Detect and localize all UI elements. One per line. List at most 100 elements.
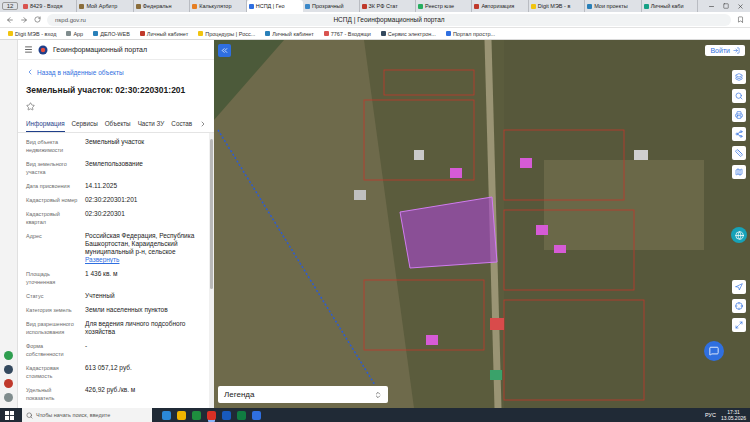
window-controls [698, 0, 750, 12]
field-label: Удельный показатель [26, 386, 80, 402]
browser-tab[interactable]: Личный каби [642, 0, 698, 12]
tab-count[interactable]: 12 [2, 2, 18, 10]
bookmark-item[interactable]: Личный кабинет [140, 31, 188, 37]
browser-tab-label: Мой Арбитр [86, 3, 117, 9]
favorite-button[interactable] [18, 95, 214, 111]
bookmark-item[interactable]: Digit МЭВ - вход [8, 31, 56, 37]
taskbar-app-icon[interactable] [192, 411, 201, 420]
start-button[interactable] [0, 408, 18, 422]
browser-tab[interactable]: НСПД | Гео [247, 0, 303, 12]
login-button[interactable]: Войти [705, 45, 745, 56]
maximize-icon[interactable] [723, 3, 729, 9]
favicon-icon [23, 4, 28, 9]
field-row: Категория земельЗемли населенных пунктов [26, 303, 205, 317]
star-icon [26, 102, 35, 111]
browser-tabs: 8429 - Входя Мой Арбитр ФедеральнКалькулят… [21, 0, 698, 12]
taskbar-app-icon[interactable] [177, 411, 186, 420]
browser-tab[interactable]: Калькулятор [190, 0, 246, 12]
favicon-icon [93, 31, 98, 36]
back-button[interactable] [6, 16, 14, 24]
bookmark-item[interactable]: Портал простр... [446, 31, 495, 37]
browser-tab[interactable]: Реестр юзе [416, 0, 472, 12]
language-indicator[interactable]: РУС [705, 412, 716, 418]
panel-tab[interactable]: Информация [26, 120, 65, 132]
taskbar-app-icon[interactable] [162, 411, 171, 420]
taskbar-app-icon[interactable] [222, 411, 231, 420]
url-field[interactable]: nspd.gov.ruНСПД | Геоинформационный порт… [47, 14, 731, 26]
bookmark-button[interactable] [737, 16, 744, 23]
bookmark-item[interactable]: 7767 - Входящи [324, 31, 371, 37]
measure-button[interactable] [732, 146, 746, 160]
map[interactable]: Войти Легенда [214, 40, 750, 408]
field-row: Кадастровый квартал02:30:220301 [26, 207, 205, 229]
favicon-icon [446, 31, 451, 36]
bookmark-item[interactable]: Личный кабинет [265, 31, 313, 37]
panel-tabs: Информация Сервисы Объекты Части ЗУ Состав [18, 111, 214, 133]
globe-button[interactable] [731, 227, 747, 243]
bookmark-item[interactable]: ДЕЛО-WEB [93, 31, 130, 37]
bookmark-item[interactable]: Процедуры | Росс... [198, 31, 255, 37]
close-icon[interactable] [737, 3, 744, 10]
favicon-icon [531, 4, 536, 9]
app-icon[interactable] [4, 379, 13, 388]
panel-tab[interactable]: Состав [171, 120, 192, 132]
bookmark-item[interactable]: App [66, 31, 83, 37]
taskbar-search[interactable]: Чтобы начать поиск, введите [22, 408, 152, 422]
app-icon[interactable] [4, 393, 13, 402]
minimize-icon[interactable] [708, 3, 715, 10]
basemap-button[interactable] [732, 165, 746, 179]
browser-tab-label: Авторизация [481, 3, 514, 9]
browser-tab-label: 8429 - Входя [30, 3, 63, 9]
panel-tab[interactable]: Объекты [105, 120, 131, 132]
layers-button[interactable] [732, 70, 746, 84]
bookmark-label: Digit МЭВ - вход [15, 31, 56, 37]
browser-tab[interactable]: Прозрачный [303, 0, 359, 12]
browser-tab[interactable]: Федеральн [134, 0, 190, 12]
tabs-next-button[interactable] [199, 120, 207, 132]
panel-tab[interactable]: Сервисы [72, 120, 98, 132]
back-link[interactable]: Назад в найденные объекты [18, 60, 214, 76]
field-row: Удельный показатель426,92 руб./кв. м [26, 383, 205, 405]
field-value: 02:30:220301 [85, 210, 205, 226]
taskbar-app-icon[interactable] [207, 411, 216, 420]
app-icon[interactable] [4, 365, 13, 374]
forward-button[interactable] [20, 16, 28, 24]
panel-tab[interactable]: Части ЗУ [138, 120, 165, 132]
fullscreen-button[interactable] [732, 318, 746, 332]
taskbar-app-icon[interactable] [252, 411, 261, 420]
scroll-thumb[interactable] [210, 139, 213, 289]
app-icon[interactable] [4, 351, 13, 360]
satellite-map[interactable] [214, 40, 750, 408]
browser-tab[interactable]: 8429 - Входя [21, 0, 77, 12]
browser-tab[interactable]: Мой Арбитр [77, 0, 133, 12]
legend-bar[interactable]: Легенда [218, 386, 388, 403]
center-button[interactable] [732, 299, 746, 313]
portal-header: Геоинформационный портал [18, 40, 214, 60]
field-label: Кадастровый номер [26, 196, 80, 204]
chat-button[interactable] [704, 341, 724, 361]
bookmark-label: App [73, 31, 83, 37]
reload-button[interactable] [34, 16, 41, 23]
share-button[interactable] [732, 127, 746, 141]
browser-tab[interactable]: Digit МЭВ - в [529, 0, 585, 12]
browser-tab[interactable]: Мои проекты [585, 0, 641, 12]
print-button[interactable] [732, 108, 746, 122]
search-button[interactable] [732, 89, 746, 103]
collapse-panel-button[interactable] [218, 44, 231, 57]
menu-icon[interactable] [24, 45, 33, 54]
clock[interactable]: 17:3113.05.2026 [721, 409, 746, 421]
browser-tab[interactable]: Авторизация [472, 0, 528, 12]
field-row: Форма собственности- [26, 339, 205, 361]
bookmark-label: Личный кабинет [147, 31, 188, 37]
browser-tab[interactable]: ЗК РФ Стат [360, 0, 416, 12]
bookmark-item[interactable]: Сервис электрон... [381, 31, 436, 37]
windows-logo-icon [5, 411, 14, 420]
expand-link[interactable]: Развернуть [85, 256, 205, 264]
search-icon [735, 92, 743, 100]
locate-button[interactable] [732, 280, 746, 294]
bookmark-icon [737, 16, 744, 23]
favicon-icon [249, 4, 254, 9]
crosshair-icon [735, 302, 743, 310]
taskbar-app-icon[interactable] [237, 411, 246, 420]
browser-tab-label: Мои проекты [594, 3, 627, 9]
